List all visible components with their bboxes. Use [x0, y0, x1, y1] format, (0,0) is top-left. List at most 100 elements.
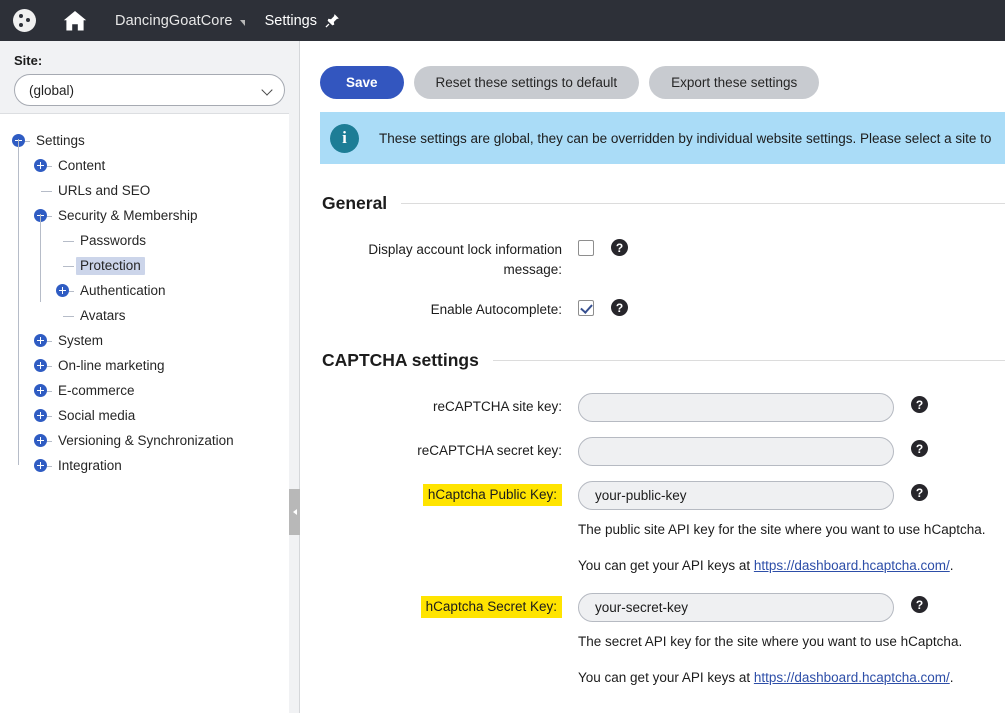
- tree-item-passwords[interactable]: Passwords: [0, 228, 299, 253]
- tree-connector: [63, 265, 74, 267]
- link-prefix-text: You can get your API keys at: [578, 670, 754, 685]
- home-icon[interactable]: [49, 0, 101, 41]
- help-icon[interactable]: ?: [611, 299, 628, 316]
- hcaptcha-public-key-input[interactable]: [578, 481, 894, 510]
- app-tab-label: Settings: [264, 12, 317, 29]
- tree-item-label: Security & Membership: [58, 207, 198, 223]
- form-row-hcaptcha-public-key: hCaptcha Public Key: ?: [301, 481, 1005, 510]
- tree-connector: [41, 190, 52, 192]
- form-row-hcaptcha-secret-key: hCaptcha Secret Key: ?: [301, 593, 1005, 622]
- tree-item-social-media[interactable]: Social media: [0, 403, 299, 428]
- enable-autocomplete-label: Enable Autocomplete:: [430, 302, 562, 317]
- hcaptcha-secret-key-link-text: You can get your API keys at https://das…: [301, 669, 1005, 687]
- tree-item-integration[interactable]: Integration: [0, 453, 299, 478]
- tree-item-protection[interactable]: Protection: [0, 253, 299, 278]
- tree-item-label: Avatars: [80, 307, 126, 323]
- recaptcha-secret-key-label: reCAPTCHA secret key:: [417, 443, 562, 458]
- collapse-left-icon: [292, 509, 297, 515]
- tree-item-urls-and-seo[interactable]: URLs and SEO: [0, 178, 299, 203]
- help-icon[interactable]: ?: [911, 440, 928, 457]
- link-prefix-text: You can get your API keys at: [578, 558, 754, 573]
- pin-icon[interactable]: [325, 13, 340, 28]
- global-settings-info-banner: i These settings are global, they can be…: [320, 112, 1005, 164]
- tree-item-e-commerce[interactable]: E-commerce: [0, 378, 299, 403]
- help-icon[interactable]: ?: [911, 596, 928, 613]
- tree-item-avatars[interactable]: Avatars: [0, 303, 299, 328]
- tree-item-label: Settings: [36, 132, 85, 148]
- tree-item-versioning-synchronization[interactable]: Versioning & Synchronization: [0, 428, 299, 453]
- general-section-title: General: [322, 193, 388, 213]
- link-suffix-text: .: [949, 558, 954, 573]
- hcaptcha-public-key-link-text: You can get your API keys at https://das…: [301, 557, 1005, 575]
- panel-collapse-handle[interactable]: [289, 489, 300, 535]
- tree-item-label: Versioning & Synchronization: [58, 432, 234, 448]
- info-banner-text: These settings are global, they can be o…: [379, 130, 992, 146]
- panel-splitter[interactable]: [289, 41, 300, 713]
- help-icon[interactable]: ?: [911, 484, 928, 501]
- section-divider: [401, 203, 1005, 204]
- recaptcha-site-key-label: reCAPTCHA site key:: [432, 399, 562, 414]
- help-icon[interactable]: ?: [611, 239, 628, 256]
- tree-item-authentication[interactable]: Authentication: [0, 278, 299, 303]
- enable-autocomplete-checkbox[interactable]: [578, 300, 594, 316]
- expand-node-icon[interactable]: [34, 384, 47, 397]
- hcaptcha-public-key-description: The public site API key for the site whe…: [578, 522, 986, 537]
- site-selector-dropdown[interactable]: (global): [14, 74, 285, 106]
- recaptcha-secret-key-input[interactable]: [578, 437, 894, 466]
- expand-node-icon[interactable]: [34, 434, 47, 447]
- general-section-header: General: [322, 193, 1005, 214]
- tree-item-label: Social media: [58, 407, 136, 423]
- hcaptcha-dashboard-link[interactable]: https://dashboard.hcaptcha.com/: [754, 670, 950, 685]
- save-button[interactable]: Save: [320, 66, 404, 99]
- hcaptcha-secret-key-description: The secret API key for the site where yo…: [578, 634, 963, 649]
- display-account-lock-label: Display account lock information message…: [368, 242, 562, 277]
- site-switcher-button[interactable]: DancingGoatCore: [101, 0, 251, 41]
- form-row-display-account-lock: Display account lock information message…: [301, 236, 1005, 280]
- captcha-section-header: CAPTCHA settings: [322, 350, 1005, 371]
- hcaptcha-dashboard-link[interactable]: https://dashboard.hcaptcha.com/: [754, 558, 950, 573]
- tree-item-system[interactable]: System: [0, 328, 299, 353]
- expand-node-icon[interactable]: [56, 284, 69, 297]
- hcaptcha-secret-key-input[interactable]: [578, 593, 894, 622]
- tree-item-label: URLs and SEO: [58, 182, 151, 198]
- form-row-enable-autocomplete: Enable Autocomplete: ?: [301, 296, 1005, 320]
- tree-item-label: On-line marketing: [58, 357, 165, 373]
- export-settings-button[interactable]: Export these settings: [649, 66, 820, 99]
- expand-node-icon[interactable]: [34, 459, 47, 472]
- hcaptcha-public-key-label: hCaptcha Public Key:: [322, 481, 562, 506]
- captcha-section-title: CAPTCHA settings: [322, 350, 479, 370]
- tree-item-on-line-marketing[interactable]: On-line marketing: [0, 353, 299, 378]
- tree-item-security-membership[interactable]: Security & Membership: [0, 203, 299, 228]
- settings-main-content: Save Reset these settings to default Exp…: [301, 41, 1005, 713]
- app-tab-settings[interactable]: Settings: [251, 0, 354, 41]
- expand-node-icon[interactable]: [34, 359, 47, 372]
- hcaptcha-secret-key-label: hCaptcha Secret Key:: [322, 593, 562, 618]
- settings-tree: Settings Content URLs and SEO Security & Me…: [0, 114, 299, 712]
- tree-connector: [63, 315, 74, 317]
- tree-item-settings[interactable]: Settings: [0, 128, 299, 153]
- site-selector-section: Site: (global): [0, 41, 300, 114]
- kentico-dots-logo-icon[interactable]: [0, 0, 49, 41]
- tree-item-label: System: [58, 332, 104, 348]
- caret-down-icon: [239, 19, 245, 26]
- tree-item-label: Protection: [76, 256, 145, 275]
- tree-guide-line: [40, 214, 41, 302]
- reset-settings-button[interactable]: Reset these settings to default: [413, 66, 640, 99]
- tree-item-label: Passwords: [80, 232, 147, 248]
- expand-node-icon[interactable]: [34, 409, 47, 422]
- display-account-lock-checkbox[interactable]: [578, 240, 594, 256]
- tree-item-label: Authentication: [80, 282, 166, 298]
- tree-item-content[interactable]: Content: [0, 153, 299, 178]
- settings-toolbar: Save Reset these settings to default Exp…: [301, 41, 1005, 108]
- help-icon[interactable]: ?: [911, 396, 928, 413]
- section-divider: [492, 360, 1005, 361]
- expand-node-icon[interactable]: [34, 334, 47, 347]
- form-row-recaptcha-secret-key: reCAPTCHA secret key: ?: [301, 437, 1005, 466]
- recaptcha-site-key-input[interactable]: [578, 393, 894, 422]
- tree-guide-line: [18, 139, 19, 465]
- tree-item-label: E-commerce: [58, 382, 135, 398]
- site-switcher-label: DancingGoatCore: [115, 12, 233, 29]
- site-selector-label: Site:: [14, 53, 43, 68]
- form-row-recaptcha-site-key: reCAPTCHA site key: ?: [301, 393, 1005, 422]
- expand-node-icon[interactable]: [34, 159, 47, 172]
